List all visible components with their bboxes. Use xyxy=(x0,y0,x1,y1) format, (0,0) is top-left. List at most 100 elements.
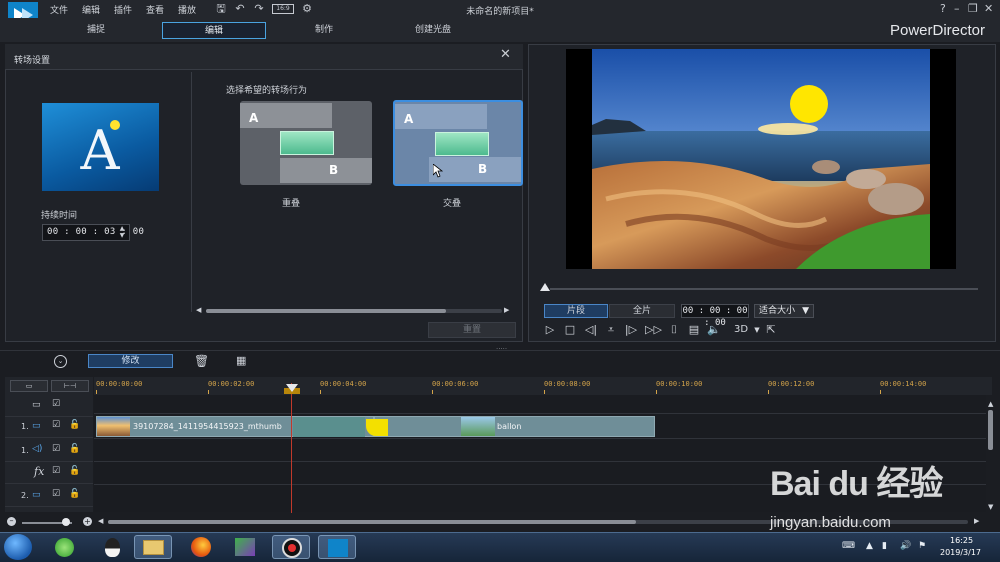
lock-icon[interactable]: 🔓 xyxy=(69,420,80,430)
expand-icon[interactable]: ⌄ xyxy=(54,355,67,368)
help-icon[interactable]: ? xyxy=(940,2,946,15)
restore-icon[interactable]: ❐ xyxy=(968,2,978,15)
zoom-out-icon[interactable]: – xyxy=(7,517,16,526)
menu-file[interactable]: 文件 xyxy=(50,3,68,16)
lock-icon[interactable]: 🔓 xyxy=(69,489,80,499)
checkbox-icon[interactable]: ☑ xyxy=(52,444,60,454)
record-icon[interactable] xyxy=(272,535,310,559)
start-button[interactable] xyxy=(4,534,32,560)
duration-stepper[interactable]: ▲ ▼ xyxy=(116,225,128,240)
play-icon[interactable]: ▷ xyxy=(543,323,557,337)
ruler-tick-mark xyxy=(656,390,657,394)
settings-icon[interactable]: ⚙ xyxy=(300,2,314,16)
timeline-clip[interactable]: ballon xyxy=(374,416,655,437)
zoom-in-icon[interactable]: + xyxy=(83,517,92,526)
scroll-right-icon[interactable]: ▶ xyxy=(974,517,979,525)
fast-forward-icon[interactable]: ▷▷ xyxy=(645,323,662,337)
tab-capture[interactable]: 捕捉 xyxy=(50,22,142,39)
aspect-ratio-icon[interactable]: 16:9 xyxy=(272,4,294,14)
modify-button[interactable]: 修改 xyxy=(88,354,173,368)
delete-icon[interactable]: 🗑 xyxy=(194,354,209,368)
media-icon[interactable] xyxy=(226,535,264,559)
playhead-line xyxy=(291,383,292,513)
track-number: 2. xyxy=(21,491,29,500)
checkbox-icon[interactable]: ☑ xyxy=(52,466,60,476)
clip-b-label: B xyxy=(329,163,339,177)
options-scrollbar-thumb[interactable] xyxy=(206,309,446,313)
transition-overlap-zone[interactable] xyxy=(293,417,365,437)
resize-handle[interactable]: ····· xyxy=(496,345,507,353)
stop-icon[interactable]: □ xyxy=(563,323,577,337)
timeline-vertical-scrollbar[interactable] xyxy=(988,410,993,450)
chevron-down-icon: ▼ xyxy=(802,306,809,316)
3d-icon[interactable]: 3D xyxy=(730,323,752,337)
clock-time[interactable]: 16:25 xyxy=(950,536,973,545)
subtitle-icon[interactable]: ▤ xyxy=(687,323,701,337)
menu-plugins[interactable]: 插件 xyxy=(114,3,132,16)
checkbox-icon[interactable]: ☑ xyxy=(52,420,60,430)
close-window-icon[interactable]: ✕ xyxy=(984,2,993,15)
volume-icon[interactable]: 🔊 xyxy=(900,541,911,551)
transition-marker[interactable] xyxy=(366,419,388,436)
redo-icon[interactable]: ↷ xyxy=(252,2,266,16)
preview-full-tab[interactable]: 全片 xyxy=(609,304,675,318)
preview-clip-tab[interactable]: 片段 xyxy=(544,304,608,318)
tab-produce[interactable]: 制作 xyxy=(278,22,370,39)
fit-timeline-icon[interactable]: ⊢⊣ xyxy=(51,380,89,392)
menu-edit[interactable]: 编辑 xyxy=(82,3,100,16)
lock-icon[interactable]: 🔓 xyxy=(69,466,80,476)
tray-arrow-icon[interactable]: ▲ xyxy=(866,541,873,551)
explorer-icon[interactable] xyxy=(134,535,172,559)
lock-icon[interactable]: 🔓 xyxy=(69,444,80,454)
next-frame-icon[interactable]: |▷ xyxy=(624,323,638,337)
close-icon[interactable]: ✕ xyxy=(500,47,511,62)
reset-button[interactable]: 重置 xyxy=(428,322,516,338)
scroll-up-icon[interactable]: ▲ xyxy=(988,400,993,408)
menu-play[interactable]: 播放 xyxy=(178,3,196,16)
chevron-down-icon[interactable]: ▼ xyxy=(750,323,764,337)
zoom-slider-knob[interactable] xyxy=(62,518,70,526)
powerdirector-icon[interactable] xyxy=(318,535,356,559)
scroll-down-icon[interactable]: ▼ xyxy=(988,503,993,511)
snapshot-icon[interactable]: ⌷ xyxy=(667,323,681,337)
mark-icon[interactable]: ⩡ xyxy=(604,323,618,337)
track-view-icon[interactable]: ▭ xyxy=(10,380,48,392)
network-icon[interactable]: ▮ xyxy=(882,541,887,551)
ruler-tick-mark xyxy=(320,390,321,394)
qq-icon[interactable] xyxy=(94,535,132,559)
clip-thumbnail xyxy=(97,417,130,436)
minimize-icon[interactable]: – xyxy=(954,2,960,15)
fit-size-select[interactable]: 适合大小 ▼ xyxy=(754,304,814,318)
seek-handle[interactable] xyxy=(540,283,550,291)
checkbox-icon[interactable]: ☑ xyxy=(52,489,60,499)
notification-icon[interactable]: ⚑ xyxy=(918,541,926,551)
clock-date[interactable]: 2019/3/17 xyxy=(940,548,981,557)
checkbox-icon[interactable]: ☑ xyxy=(52,399,60,409)
seek-bar[interactable] xyxy=(550,288,978,290)
prev-frame-icon[interactable]: ◁| xyxy=(584,323,598,337)
menu-view[interactable]: 查看 xyxy=(146,3,164,16)
transition-option-overlap[interactable]: A B xyxy=(240,101,372,185)
volume-icon[interactable]: 🔈 xyxy=(707,323,721,337)
keyboard-icon[interactable]: ⌨ xyxy=(842,541,855,551)
ruler-tick-mark xyxy=(96,390,97,394)
clip-properties-icon[interactable]: ▦ xyxy=(236,354,246,367)
undo-icon[interactable]: ↶ xyxy=(233,2,247,16)
track-row-video-2: 2. ▭ ☑ 🔓 xyxy=(5,485,93,507)
tab-create-disc[interactable]: 创建光盘 xyxy=(386,22,480,39)
duration-value[interactable]: 00 : 00 : 03 : 00 xyxy=(47,227,144,237)
preview-timecode[interactable]: 00 : 00 : 00 : 00 xyxy=(681,304,749,328)
browser-icon[interactable] xyxy=(46,535,84,559)
track-row-fx: fx ☑ 🔓 xyxy=(5,462,93,484)
mode-bar xyxy=(0,18,1000,42)
scroll-left-icon[interactable]: ◀ xyxy=(196,306,201,314)
transition-option-cross[interactable]: A B xyxy=(393,100,523,186)
scroll-right-icon[interactable]: ▶ xyxy=(504,306,509,314)
timeline-horizontal-scrollbar-thumb[interactable] xyxy=(108,520,636,524)
tab-edit[interactable]: 编辑 xyxy=(162,22,266,39)
scroll-left-icon[interactable]: ◀ xyxy=(98,517,103,525)
firefox-icon[interactable] xyxy=(182,535,220,559)
playhead-handle[interactable] xyxy=(286,384,298,392)
undock-icon[interactable]: ⇱ xyxy=(764,323,778,337)
save-icon[interactable]: 🖫 xyxy=(214,2,228,16)
